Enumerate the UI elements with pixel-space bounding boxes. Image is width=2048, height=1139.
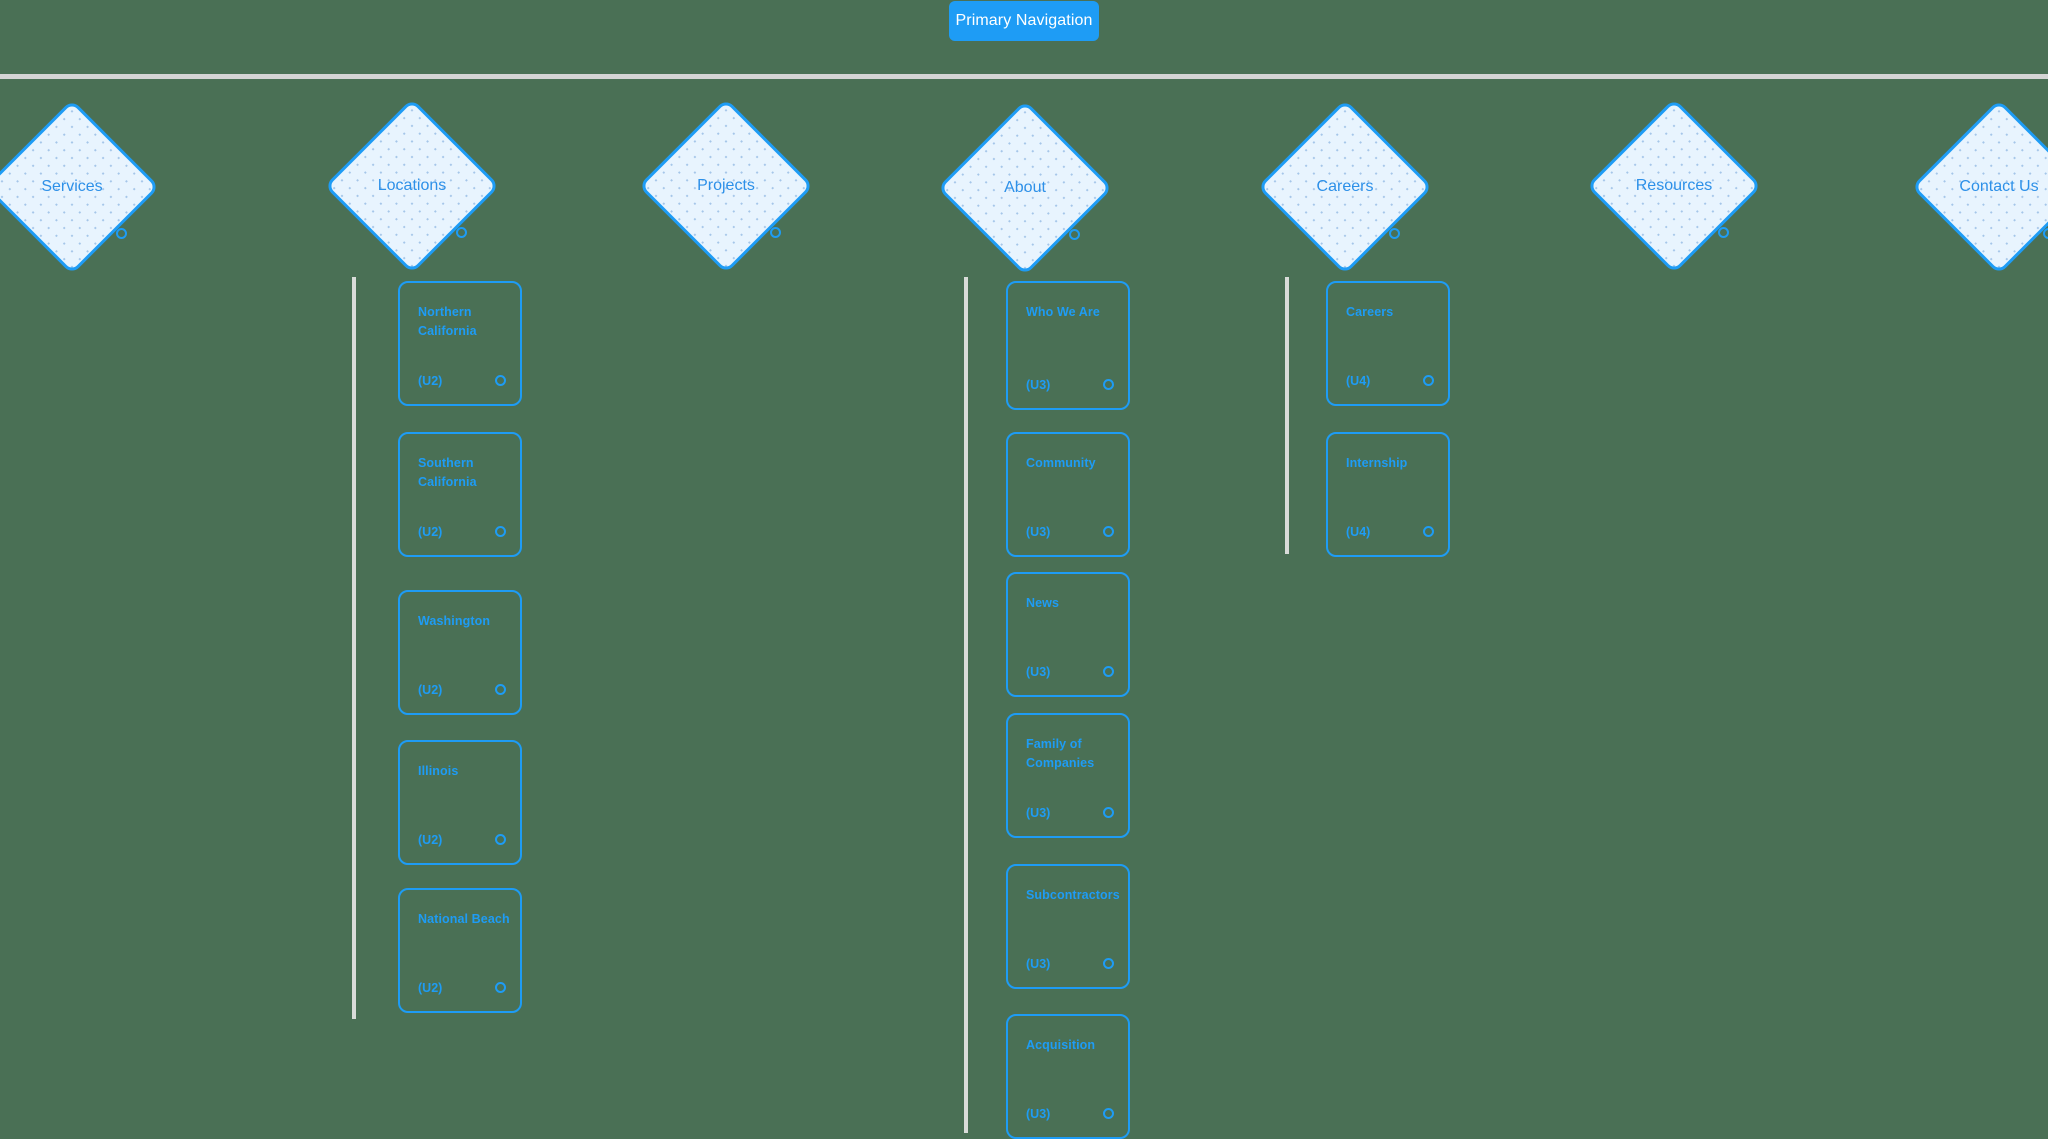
primary-navigation-label: Primary Navigation [955,12,1093,29]
node-connector-dot[interactable] [1103,526,1114,537]
sub-node-title: Careers [1346,305,1394,319]
sub-node-card[interactable]: Internship (U4) [1326,432,1450,557]
sub-node-level-tag: (U4) [1346,525,1371,539]
sub-node-card[interactable]: Who We Are (U3) [1006,281,1130,410]
diamond-icon [324,98,500,274]
diamond-icon [1257,99,1433,275]
node-connector-dot[interactable] [1103,807,1114,818]
sub-node-card[interactable]: Illinois (U2) [398,740,522,865]
sub-node-title: Acquisition [1026,1038,1096,1052]
sub-node-title: Who We Are [1026,305,1100,319]
sub-node-level-tag: (U3) [1026,957,1051,971]
column-spine [352,277,356,1019]
diamond-icon [0,99,160,275]
node-connector-dot[interactable] [1389,228,1400,239]
top-node-careers[interactable]: Careers [1257,99,1433,275]
top-node-services[interactable]: Services [0,99,160,275]
node-connector-dot[interactable] [495,375,506,386]
diamond-icon [1586,98,1762,274]
sub-node-level-tag: (U2) [418,525,443,539]
sub-node-title: Washington [418,614,491,628]
diamond-icon [1911,99,2048,275]
top-node-contact-us[interactable]: Contact Us [1911,99,2048,275]
node-connector-dot[interactable] [456,227,467,238]
node-connector-dot[interactable] [495,834,506,845]
sub-node-title: Family of Companies [1026,737,1095,770]
sub-node-level-tag: (U3) [1026,525,1051,539]
top-node-locations[interactable]: Locations [324,98,500,274]
diamond-icon [937,100,1113,276]
sub-node-level-tag: (U2) [418,981,443,995]
sub-node-title: Southern California [418,456,477,489]
node-connector-dot[interactable] [1423,375,1434,386]
header-divider [0,74,2048,79]
node-connector-dot[interactable] [116,228,127,239]
diamond-icon [638,98,814,274]
sub-node-level-tag: (U3) [1026,378,1051,392]
sitemap-canvas: Primary Navigation Services Locations Proj… [0,0,2048,1139]
top-node-projects[interactable]: Projects [638,98,814,274]
sub-node-level-tag: (U3) [1026,1107,1051,1121]
node-connector-dot[interactable] [2043,228,2048,239]
sub-node-card[interactable]: Southern California (U2) [398,432,522,557]
top-node-resources[interactable]: Resources [1586,98,1762,274]
node-connector-dot[interactable] [1069,229,1080,240]
node-connector-dot[interactable] [1423,526,1434,537]
node-connector-dot[interactable] [1103,958,1114,969]
node-connector-dot[interactable] [495,526,506,537]
sub-node-title: Northern California [418,305,477,338]
sub-node-title: Community [1026,456,1096,470]
node-connector-dot[interactable] [1103,379,1114,390]
sub-node-card[interactable]: Family of Companies (U3) [1006,713,1130,838]
node-connector-dot[interactable] [770,227,781,238]
sub-node-level-tag: (U4) [1346,374,1371,388]
sub-node-level-tag: (U3) [1026,665,1051,679]
node-connector-dot[interactable] [1103,666,1114,677]
column-spine [1285,277,1289,554]
top-node-about[interactable]: About [937,100,1113,276]
sub-node-level-tag: (U3) [1026,806,1051,820]
sub-node-title: News [1026,596,1060,610]
sub-node-level-tag: (U2) [418,374,443,388]
node-connector-dot[interactable] [1103,1108,1114,1119]
node-connector-dot[interactable] [495,982,506,993]
sub-node-card[interactable]: Subcontractors (U3) [1006,864,1130,989]
column-spine [964,277,968,1133]
primary-navigation-pill[interactable]: Primary Navigation [949,1,1099,41]
node-connector-dot[interactable] [495,684,506,695]
sub-node-title: Subcontractors [1026,888,1120,902]
sub-node-card[interactable]: News (U3) [1006,572,1130,697]
sub-node-card[interactable]: Community (U3) [1006,432,1130,557]
node-connector-dot[interactable] [1718,227,1729,238]
sub-node-card[interactable]: Northern California (U2) [398,281,522,406]
sub-node-level-tag: (U2) [418,833,443,847]
sub-node-card[interactable]: Careers (U4) [1326,281,1450,406]
sub-node-title: Illinois [418,764,459,778]
sub-node-level-tag: (U2) [418,683,443,697]
sub-node-title: National Beach [418,912,510,926]
sub-node-card[interactable]: Acquisition (U3) [1006,1014,1130,1139]
sub-node-card[interactable]: National Beach (U2) [398,888,522,1013]
sub-node-title: Internship [1346,456,1408,470]
sub-node-card[interactable]: Washington (U2) [398,590,522,715]
